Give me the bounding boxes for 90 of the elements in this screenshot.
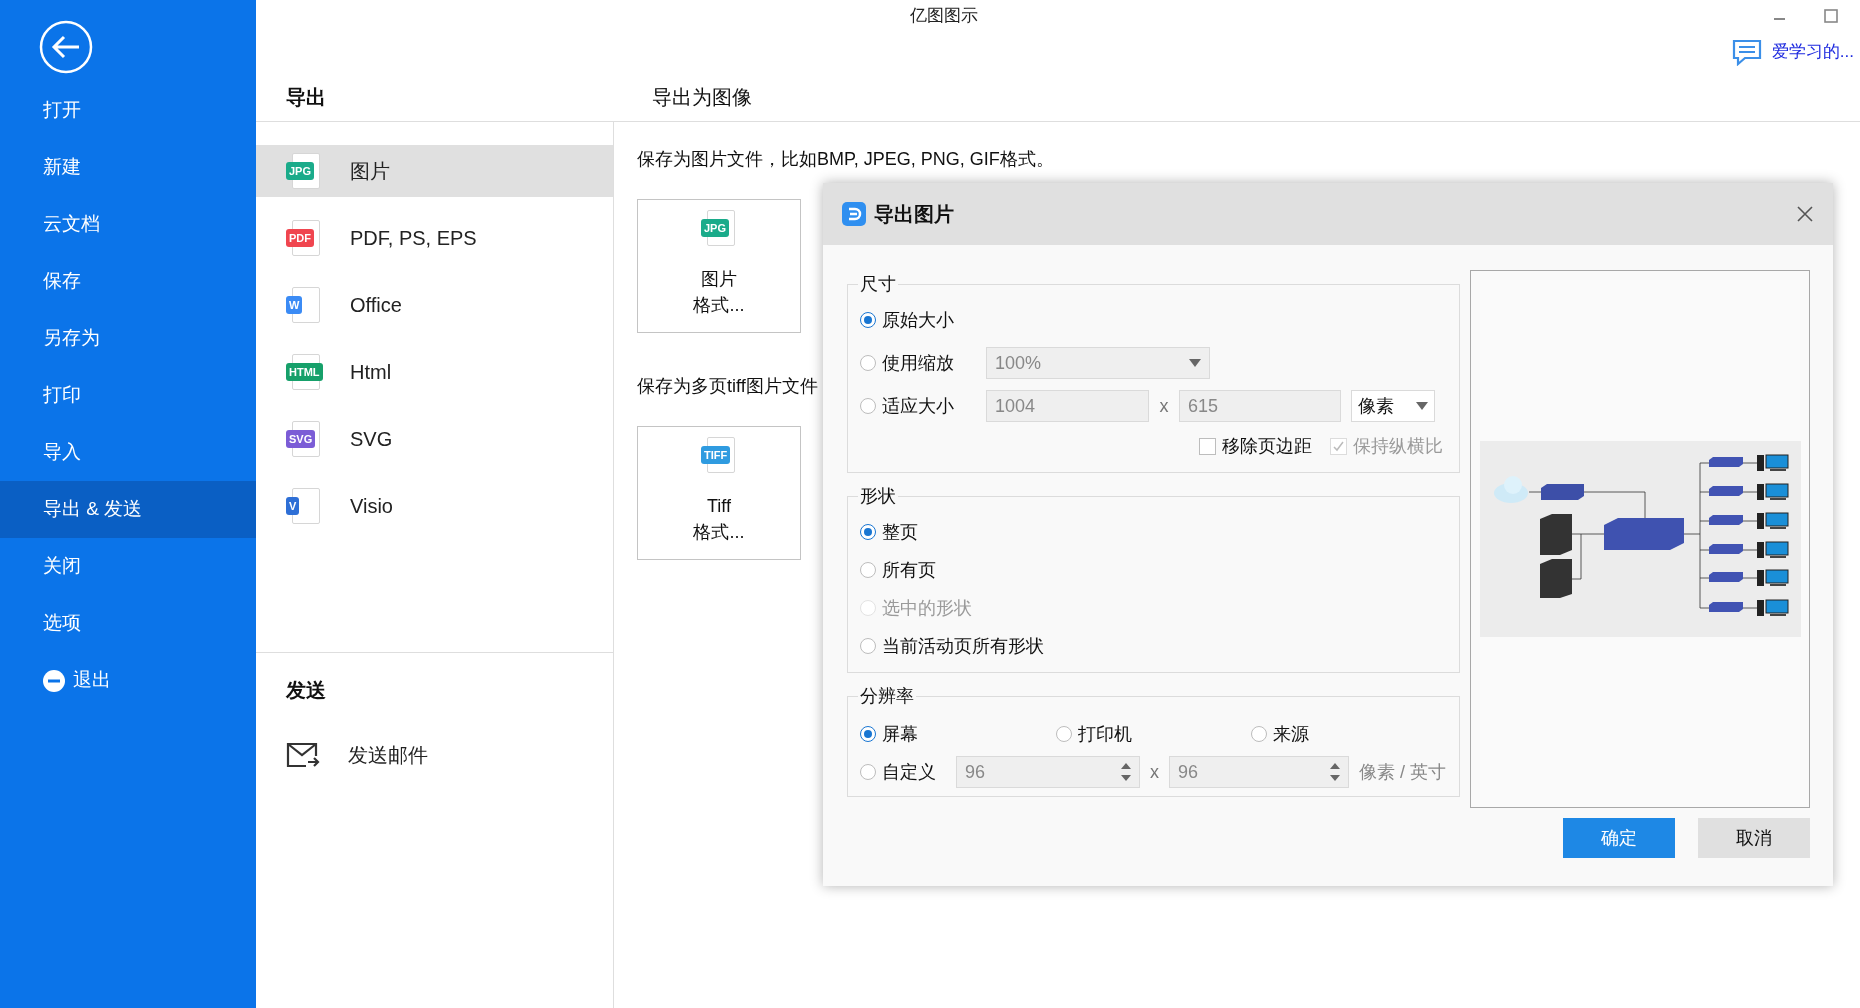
separator: x: [1149, 760, 1160, 784]
chat-icon: [1731, 38, 1762, 66]
dialog-button[interactable]: 取消: [1698, 818, 1810, 858]
format-label: 图片: [350, 159, 390, 184]
unit-label: 像素 / 英寸: [1359, 760, 1446, 784]
radio-button[interactable]: 原始大小: [860, 306, 986, 334]
app-logo-icon: [842, 202, 866, 226]
file-type-badge: PDF: [286, 229, 314, 247]
radio-button[interactable]: 自定义: [860, 758, 956, 786]
radio-button[interactable]: 适应大小: [860, 392, 986, 420]
card-label: 格式...: [693, 521, 745, 544]
check-icon: [1332, 440, 1345, 453]
format-card[interactable]: TIFF Tiff 格式...: [637, 426, 801, 560]
export-format-item[interactable]: V Visio: [256, 480, 613, 532]
file-type-badge: V: [286, 497, 300, 515]
sidebar-item[interactable]: 保存: [0, 253, 256, 310]
sidebar-item[interactable]: 选项: [0, 595, 256, 652]
sidebar-item[interactable]: 另存为: [0, 310, 256, 367]
export-format-item[interactable]: JPG 图片: [256, 145, 613, 197]
sidebar-label: 新建: [43, 155, 81, 180]
radio-button[interactable]: 来源: [1251, 720, 1447, 748]
group-title: 分辨率: [859, 685, 915, 708]
sidebar-item[interactable]: 打开: [0, 82, 256, 139]
unit-dropdown[interactable]: 像素: [1351, 390, 1435, 422]
sidebar-item[interactable]: 关闭: [0, 538, 256, 595]
window-title: 亿图图示: [910, 5, 978, 28]
format-card[interactable]: JPG 图片 格式...: [637, 199, 801, 333]
envelope-icon: [286, 741, 320, 769]
section-description: 保存为多页tiff图片文件: [637, 375, 819, 398]
sidebar-label: 另存为: [43, 326, 100, 351]
file-type-badge: JPG: [286, 162, 314, 180]
caret-icon: [1416, 402, 1428, 410]
caret-icon: [1189, 359, 1201, 367]
sidebar-label: 导入: [43, 440, 81, 465]
sidebar-item[interactable]: 导入: [0, 424, 256, 481]
sidebar-label: 选项: [43, 611, 81, 636]
radio-button[interactable]: 使用缩放: [860, 349, 986, 377]
close-icon[interactable]: [1797, 206, 1813, 222]
radio-button[interactable]: 当前活动页所有形状: [860, 632, 1044, 660]
spinner-arrows-icon: [1121, 761, 1131, 783]
card-label: 格式...: [693, 294, 745, 317]
file-type-badge: JPG: [701, 219, 729, 237]
radio-button[interactable]: 屏幕: [860, 720, 1056, 748]
sidebar-item[interactable]: 退出: [0, 652, 256, 709]
format-label: PDF, PS, EPS: [350, 226, 477, 251]
sidebar-item[interactable]: 云文档: [0, 196, 256, 253]
radio-button[interactable]: 整页: [860, 518, 918, 546]
sidebar-label: 保存: [43, 269, 81, 294]
sidebar-label: 退出: [73, 668, 111, 693]
file-type-badge: W: [286, 296, 303, 314]
sidebar-item[interactable]: 打印: [0, 367, 256, 424]
format-label: Office: [350, 293, 402, 318]
separator: x: [1158, 394, 1170, 418]
radio-button[interactable]: 打印机: [1055, 720, 1252, 748]
sidebar-item[interactable]: 导出 & 发送: [0, 481, 256, 538]
maximize-icon[interactable]: [1824, 9, 1838, 23]
sidebar-label: 云文档: [43, 212, 100, 237]
export-format-item[interactable]: HTML Html: [256, 346, 613, 398]
sidebar-label: 打开: [43, 98, 81, 123]
send-label: 发送邮件: [348, 743, 428, 768]
sidebar-label: 导出 & 发送: [43, 497, 143, 522]
sidebar-item[interactable]: 新建: [0, 139, 256, 196]
card-label: 图片: [701, 268, 737, 291]
card-label: Tiff: [707, 495, 731, 518]
panel-title: 导出: [286, 84, 327, 110]
section-title: 发送: [286, 678, 327, 703]
format-label: Visio: [350, 494, 393, 519]
export-format-item[interactable]: SVG SVG: [256, 413, 613, 465]
file-type-badge: HTML: [286, 363, 323, 381]
section-description: 保存为图片文件，比如BMP, JPEG, PNG, GIF格式。: [637, 148, 1055, 171]
exit-icon: [43, 669, 65, 692]
sidebar-label: 关闭: [43, 554, 81, 579]
user-link[interactable]: 爱学习的...: [1731, 38, 1854, 66]
back-icon[interactable]: [39, 20, 93, 74]
format-label: Html: [350, 360, 392, 385]
file-type-badge: SVG: [286, 430, 316, 448]
radio-button[interactable]: 所有页: [860, 556, 936, 584]
file-type-badge: TIFF: [701, 446, 731, 464]
export-format-item[interactable]: W Office: [256, 279, 613, 331]
group-title: 尺寸: [859, 273, 897, 296]
spinner-arrows-icon: [1330, 761, 1340, 783]
group-title: 形状: [859, 485, 897, 508]
export-format-item[interactable]: PDF PDF, PS, EPS: [256, 212, 613, 264]
page-title: 导出为图像: [652, 84, 752, 110]
dialog-title: 导出图片: [874, 202, 954, 227]
dialog-button[interactable]: 确定: [1563, 818, 1675, 858]
checkbox[interactable]: 移除页边距: [1199, 433, 1312, 460]
sidebar-label: 打印: [43, 383, 81, 408]
send-item[interactable]: 发送邮件: [256, 731, 613, 779]
format-label: SVG: [350, 427, 393, 452]
